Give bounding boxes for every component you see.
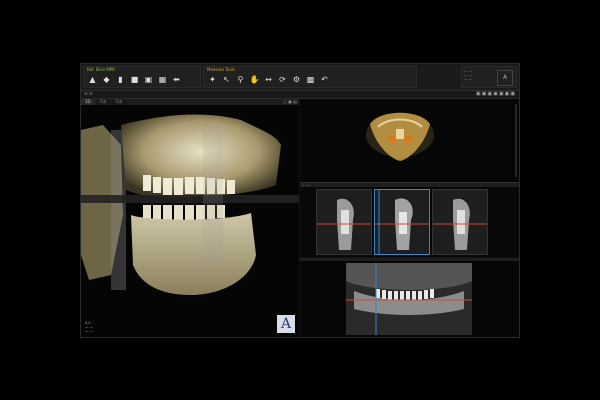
select-icon[interactable]: ✦ bbox=[207, 74, 218, 85]
panoramic-image bbox=[346, 263, 472, 335]
view-layout-toggle[interactable]: ☰ ☰ bbox=[84, 91, 92, 96]
gear-icon[interactable]: ⚙ bbox=[291, 74, 302, 85]
panoramic-render bbox=[346, 263, 472, 335]
view-3d-info: 0.0 — — — — bbox=[85, 321, 93, 333]
zoom-icon[interactable]: ⚲ bbox=[235, 74, 246, 85]
trash-icon[interactable]: ▩ bbox=[305, 74, 316, 85]
cross-slice-2[interactable] bbox=[374, 189, 430, 255]
view-3d[interactable]: 3D Tab Tab ▢ ▣ ▤ 0.0 — — — — A bbox=[81, 99, 299, 337]
info-line: — — bbox=[464, 77, 473, 81]
main-toolbar: Ref. Slice MPR ▲ ◆ ▮ ■ ▣ ▦ ⬅ Measure Too… bbox=[81, 64, 519, 91]
layout-icons[interactable]: ▣▣▣▣▣▣▣ bbox=[476, 91, 516, 97]
cube-icon[interactable]: ▣ bbox=[143, 74, 154, 85]
cross-section-views bbox=[300, 187, 519, 257]
view-panoramic[interactable] bbox=[300, 261, 519, 337]
toolbar-group-slice: Ref. Slice MPR ▲ ◆ ▮ ■ ▣ ▦ ⬅ bbox=[83, 66, 201, 88]
distance-icon[interactable]: ↔ bbox=[263, 74, 274, 85]
slice-image bbox=[317, 190, 371, 254]
rotate-icon[interactable]: ⟳ bbox=[277, 74, 288, 85]
undo-icon[interactable]: ↶ bbox=[319, 74, 330, 85]
crown-icon[interactable]: ■ bbox=[129, 74, 140, 85]
view-axial[interactable] bbox=[300, 99, 519, 183]
toolbar-info: — — — — — — A bbox=[461, 66, 517, 88]
teeth-icon[interactable]: ◆ bbox=[101, 74, 112, 85]
orientation-badge[interactable]: A bbox=[277, 315, 295, 333]
right-panes: — — bbox=[300, 99, 519, 337]
info-line: — — bbox=[85, 329, 94, 333]
dental-viewer-window: Ref. Slice MPR ▲ ◆ ▮ ■ ▣ ▦ ⬅ Measure Too… bbox=[80, 63, 520, 338]
sub-toolbar: ☰ ☰ ▣▣▣▣▣▣▣ bbox=[81, 91, 519, 99]
slice-image bbox=[433, 190, 487, 254]
tooth-icon[interactable]: ▲ bbox=[87, 74, 98, 85]
arrow-left-icon[interactable]: ⬅ bbox=[171, 74, 182, 85]
implant-icon[interactable]: ▮ bbox=[115, 74, 126, 85]
skull-3d-render bbox=[81, 114, 299, 295]
slice-image bbox=[375, 190, 429, 254]
toolbar-group-tools: Measure Tools ✦ ↖ ⚲ ✋ ↔ ⟳ ⚙ ▩ ↶ bbox=[203, 66, 417, 88]
group-tools-label: Measure Tools bbox=[207, 67, 236, 72]
pan-icon[interactable]: ✋ bbox=[249, 74, 260, 85]
group-slice-label: Ref. Slice MPR bbox=[87, 67, 116, 72]
orientation-mini[interactable]: A bbox=[497, 70, 513, 86]
cross-slice-3[interactable] bbox=[432, 189, 488, 255]
cursor-icon[interactable]: ↖ bbox=[221, 74, 232, 85]
axial-arch-render bbox=[366, 104, 517, 177]
cross-slice-1[interactable] bbox=[316, 189, 372, 255]
layout-icon[interactable]: ▦ bbox=[157, 74, 168, 85]
